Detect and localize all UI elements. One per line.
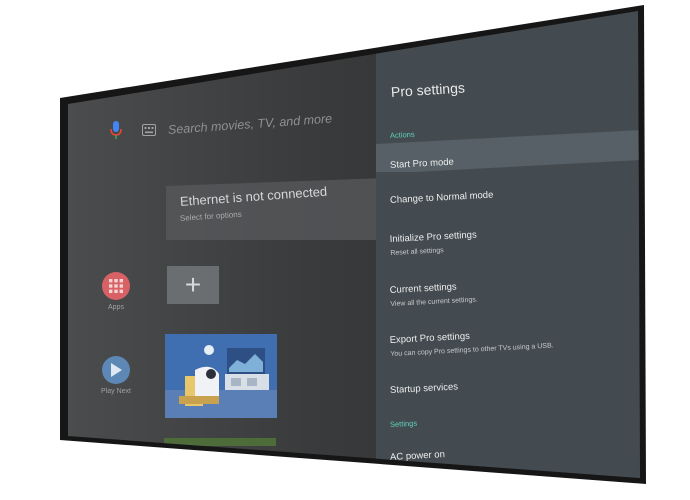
tv-screen: Search movies, TV, and more Ethernet is … xyxy=(68,11,640,478)
play-next-button[interactable] xyxy=(102,356,130,384)
keyboard-icon[interactable] xyxy=(142,124,156,136)
search-bar[interactable]: Search movies, TV, and more xyxy=(108,112,333,140)
mic-icon[interactable] xyxy=(108,120,124,140)
menu-item-initialize-pro-settings[interactable]: Initialize Pro settings Reset all settin… xyxy=(389,229,477,257)
plus-icon: + xyxy=(184,269,202,300)
menu-item-current-settings[interactable]: Current settings View all the current se… xyxy=(389,280,478,308)
apps-button[interactable] xyxy=(102,272,130,300)
play-next-label: Play Next xyxy=(101,388,131,395)
apps-label: Apps xyxy=(108,304,124,311)
play-next-launcher[interactable]: Play Next xyxy=(96,356,136,395)
add-channel-tile[interactable]: + xyxy=(167,266,219,304)
tv-frame: Search movies, TV, and more Ethernet is … xyxy=(0,0,690,500)
section-header-actions: Actions xyxy=(389,129,415,140)
grid-icon xyxy=(109,279,123,293)
section-header-settings: Settings xyxy=(389,418,418,429)
play-icon xyxy=(111,363,122,377)
apps-launcher[interactable]: Apps xyxy=(96,272,136,311)
search-placeholder[interactable]: Search movies, TV, and more xyxy=(168,112,333,137)
content-thumbnail[interactable] xyxy=(165,334,277,418)
